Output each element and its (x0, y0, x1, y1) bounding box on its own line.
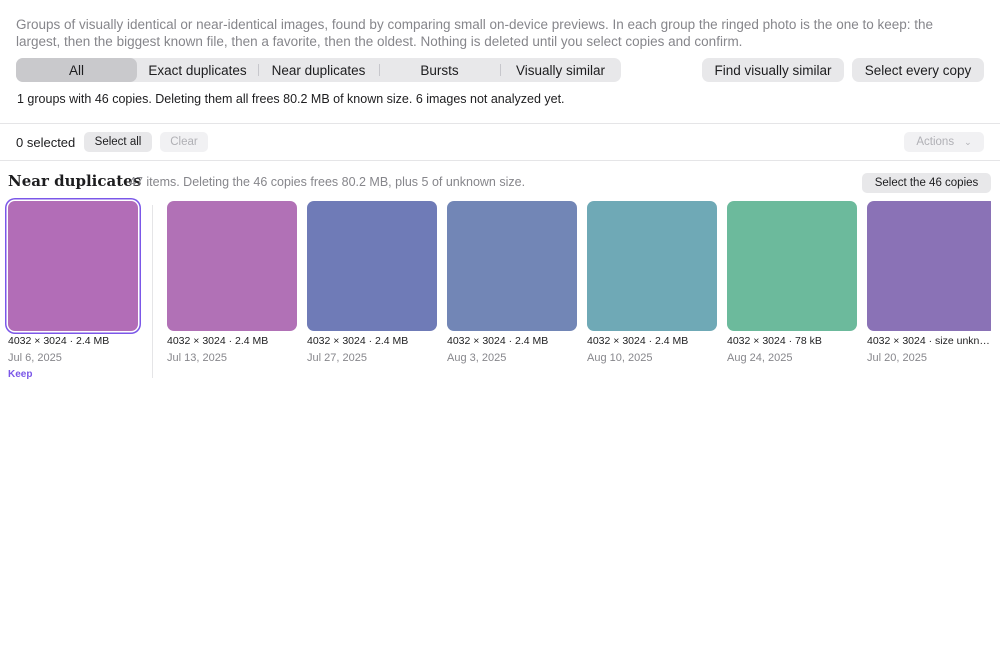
image-thumbnail[interactable] (307, 201, 437, 331)
image-thumbnail[interactable] (587, 201, 717, 331)
image-date: Aug 10, 2025 (587, 352, 653, 364)
image-meta: 4032 × 3024 · 2.4 MB (8, 335, 110, 347)
image-tile-keep[interactable]: 4032 × 3024 · 2.4 MB Jul 6, 2025 Keep (8, 201, 138, 380)
image-thumbnail[interactable] (447, 201, 577, 331)
image-tile[interactable]: 4032 × 3024 · 2.4 MB Jul 27, 2025 (307, 201, 437, 364)
image-date: Jul 6, 2025 (8, 352, 62, 364)
image-tile[interactable]: 4032 × 3024 · 2.4 MB Aug 3, 2025 (447, 201, 577, 364)
image-meta: 4032 × 3024 · 2.4 MB (167, 335, 269, 347)
image-date: Jul 20, 2025 (867, 352, 927, 364)
image-meta: 4032 × 3024 · 78 kB (727, 335, 822, 347)
image-meta: 4032 × 3024 · 2.4 MB (587, 335, 689, 347)
keep-badge: Keep (8, 369, 33, 380)
image-thumbnail[interactable] (727, 201, 857, 331)
image-tile[interactable]: 4032 × 3024 · 2.4 MB Jul 13, 2025 (167, 201, 297, 364)
image-thumbnail[interactable] (867, 201, 991, 331)
image-date: Jul 27, 2025 (307, 352, 367, 364)
image-tile[interactable]: 4032 × 3024 · 78 kB Aug 24, 2025 (727, 201, 857, 364)
image-tile[interactable]: 4032 × 3024 · 2.4 MB Aug 10, 2025 (587, 201, 717, 364)
image-meta: 4032 × 3024 · 2.4 MB (307, 335, 409, 347)
image-meta: 4032 × 3024 · 2.4 MB (447, 335, 549, 347)
image-thumbnail[interactable] (8, 201, 138, 331)
image-thumbnail[interactable] (167, 201, 297, 331)
image-date: Jul 13, 2025 (167, 352, 227, 364)
image-date: Aug 3, 2025 (447, 352, 507, 364)
image-grid: 4032 × 3024 · 2.4 MB Jul 6, 2025 Keep 40… (0, 0, 991, 660)
image-date: Aug 24, 2025 (727, 352, 793, 364)
image-meta: 4032 × 3024 · size unkn… (867, 335, 990, 347)
image-tile[interactable]: 4032 × 3024 · size unkn… Jul 20, 2025 (867, 201, 991, 364)
